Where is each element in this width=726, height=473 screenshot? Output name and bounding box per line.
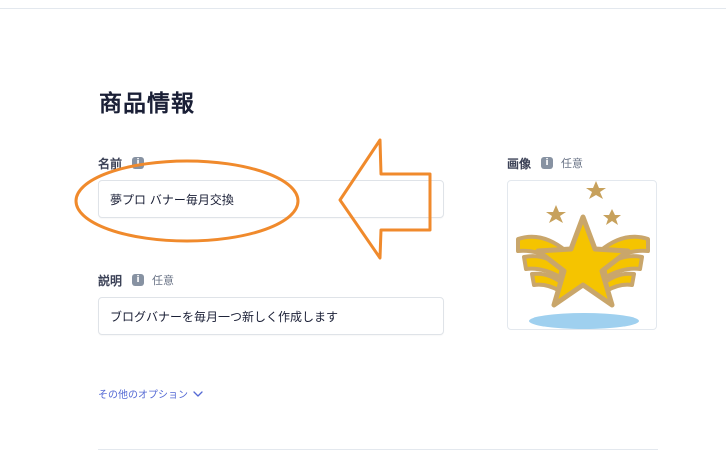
- name-label-row: 名前 i: [98, 154, 145, 172]
- description-label: 説明: [98, 273, 123, 288]
- optional-label: 任意: [561, 157, 584, 170]
- description-input[interactable]: [98, 297, 444, 335]
- image-label-row: 画像 i 任意: [507, 154, 583, 172]
- optional-label: 任意: [152, 274, 175, 287]
- section-title: 商品情報: [99, 91, 195, 117]
- chevron-down-icon: [193, 390, 203, 397]
- image-label: 画像: [507, 156, 532, 171]
- name-input[interactable]: [98, 180, 444, 218]
- winged-star-image: [516, 181, 650, 329]
- small-star: [546, 205, 566, 223]
- star-shadow: [529, 313, 639, 329]
- info-icon[interactable]: i: [541, 157, 554, 169]
- bottom-divider: [98, 449, 658, 450]
- top-divider: [0, 8, 726, 9]
- info-icon[interactable]: i: [132, 157, 145, 169]
- main-star: [535, 214, 631, 308]
- small-star: [586, 181, 606, 199]
- product-image-uploader[interactable]: [507, 180, 657, 330]
- name-label: 名前: [98, 156, 123, 171]
- more-options-label: その他のオプション: [98, 390, 188, 401]
- small-star: [603, 209, 621, 225]
- description-label-row: 説明 i 任意: [98, 271, 174, 289]
- more-options-link[interactable]: その他のオプション: [98, 386, 203, 401]
- info-icon[interactable]: i: [132, 274, 145, 286]
